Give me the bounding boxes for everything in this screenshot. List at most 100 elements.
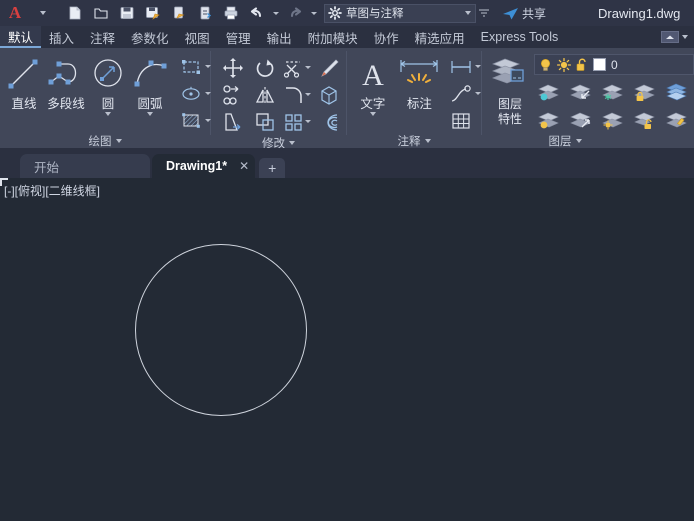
modify-trim-row[interactable] (281, 54, 313, 81)
draw-hatch-row[interactable] (178, 108, 211, 133)
sun-freeze-icon[interactable] (557, 57, 572, 72)
modify-copy-button[interactable] (217, 81, 249, 108)
draw-polyline-button[interactable]: 多段线 (44, 52, 88, 111)
save-as-icon[interactable] (140, 0, 166, 26)
modify-array-row[interactable] (281, 108, 313, 135)
layer-match-icon[interactable] (662, 107, 692, 133)
panel-modify-expand-icon[interactable] (289, 141, 296, 145)
tab-collaborate[interactable]: 协作 (366, 26, 407, 48)
panel-annotation-title-row[interactable]: 注释 (347, 133, 481, 149)
modify-stretch-button[interactable] (217, 108, 249, 135)
hatch-icon[interactable] (178, 108, 204, 133)
tab-addins[interactable]: 附加模块 (300, 26, 366, 48)
panel-layers-title-row[interactable]: 图层 (482, 133, 694, 149)
tab-parametric[interactable]: 参数化 (123, 26, 177, 48)
modify-scale-button[interactable] (249, 108, 281, 135)
tab-output[interactable]: 输出 (259, 26, 300, 48)
tab-view[interactable]: 视图 (177, 26, 218, 48)
panel-draw-title-row[interactable]: 绘图 (0, 133, 210, 149)
tab-featured-apps[interactable]: 精选应用 (407, 26, 473, 48)
print-icon[interactable] (218, 0, 244, 26)
workspace-settings-dropdown[interactable] (476, 0, 492, 26)
modify-mirror-button[interactable] (249, 81, 281, 108)
drawing-canvas[interactable]: [-][俯视][二维线框] (0, 178, 694, 521)
draw-line-button[interactable]: 直线 (4, 52, 44, 111)
layer-freeze-icon[interactable] (598, 79, 628, 105)
dimension-style-icon[interactable] (448, 54, 474, 79)
draw-circle-button[interactable]: 圆 (88, 52, 128, 116)
cloud-sync-icon[interactable] (192, 0, 218, 26)
workspace-selector[interactable]: 草图与注释 (324, 3, 476, 23)
current-layer-selector[interactable]: 0 (534, 54, 694, 75)
modify-fillet-row[interactable] (281, 81, 313, 108)
ellipse-icon[interactable] (178, 81, 204, 106)
export-icon[interactable] (166, 0, 192, 26)
tab-annotate[interactable]: 注释 (82, 26, 123, 48)
tab-express-tools[interactable]: Express Tools (473, 26, 567, 48)
dimension-style-dropdown-icon[interactable] (475, 65, 482, 68)
panel-draw-expand-icon[interactable] (115, 139, 122, 143)
annotation-dimension-button[interactable]: 标注 (395, 52, 444, 111)
trim-dropdown-icon[interactable] (304, 66, 311, 69)
viewport-label[interactable]: [-][俯视][二维线框] (4, 182, 100, 199)
table-icon[interactable] (448, 108, 474, 133)
layer-color-swatch[interactable] (593, 58, 607, 71)
layer-unisolate-icon[interactable] (566, 79, 596, 105)
draw-rectangle-row[interactable] (178, 54, 211, 79)
explode-icon (321, 85, 337, 105)
layer-turn-all-on-icon[interactable] (566, 107, 596, 133)
scale-icon (256, 112, 274, 131)
layer-isolate-icon[interactable] (534, 79, 564, 105)
draw-arc-button[interactable]: 圆弧 (128, 52, 172, 116)
app-menu-dropdown[interactable] (30, 0, 56, 26)
leader-icon[interactable] (448, 81, 474, 106)
layer-properties-button[interactable]: 图层 特性 (486, 52, 534, 126)
draw-circle-dropdown-icon[interactable] (105, 112, 111, 116)
lightbulb-on-icon[interactable] (539, 58, 552, 72)
annotation-dimstyle-row[interactable] (448, 54, 482, 79)
annotation-text-button[interactable]: A 文字 (351, 52, 395, 116)
doc-tab-drawing1[interactable]: Drawing1* ✕ (152, 154, 256, 178)
leader-dropdown-icon[interactable] (475, 92, 482, 95)
undo-icon[interactable] (244, 0, 270, 26)
unlock-icon[interactable] (576, 58, 588, 72)
layer-lock-icon[interactable] (630, 79, 660, 105)
circle-object[interactable] (135, 244, 307, 416)
redo-dropdown[interactable] (308, 0, 320, 26)
annotation-table-row[interactable] (448, 108, 481, 133)
modify-move-button[interactable] (217, 54, 249, 81)
array-dropdown-icon[interactable] (304, 120, 311, 123)
annotation-leader-row[interactable] (448, 81, 482, 106)
modify-erase-button[interactable] (313, 54, 345, 81)
draw-arc-dropdown-icon[interactable] (147, 112, 153, 116)
autocad-a-icon[interactable]: A (0, 0, 30, 26)
save-icon[interactable] (114, 0, 140, 26)
undo-dropdown[interactable] (270, 0, 282, 26)
tab-insert[interactable]: 插入 (41, 26, 82, 48)
layer-unlock-icon[interactable] (630, 107, 660, 133)
modify-explode-button[interactable] (313, 81, 345, 108)
new-tab-button[interactable]: + (259, 158, 286, 178)
doc-tab-start[interactable]: 开始 (20, 154, 150, 178)
close-icon[interactable]: ✕ (239, 159, 249, 173)
layer-thaw-icon[interactable] (598, 107, 628, 133)
rectangle-icon[interactable] (178, 54, 204, 79)
chevron-down-icon[interactable] (465, 11, 471, 15)
draw-ellipse-row[interactable] (178, 81, 211, 106)
ribbon-minimize-dropdown-icon[interactable] (682, 35, 688, 39)
panel-annotation-expand-icon[interactable] (424, 139, 431, 143)
layer-off-icon[interactable] (534, 107, 564, 133)
modify-rotate-button[interactable] (249, 54, 281, 81)
panel-layers-expand-icon[interactable] (575, 139, 582, 143)
tab-manage[interactable]: 管理 (218, 26, 259, 48)
modify-offset-button[interactable] (313, 108, 345, 135)
annotation-text-dropdown-icon[interactable] (369, 112, 376, 116)
open-folder-icon[interactable] (88, 0, 114, 26)
tab-default[interactable]: 默认 (0, 26, 42, 48)
ribbon-minimize-icon[interactable] (661, 31, 679, 43)
new-file-icon[interactable] (62, 0, 88, 26)
fillet-dropdown-icon[interactable] (304, 93, 311, 96)
layer-merge-icon[interactable] (662, 79, 692, 105)
redo-icon[interactable] (282, 0, 308, 26)
share-button[interactable]: 共享 (502, 5, 546, 22)
